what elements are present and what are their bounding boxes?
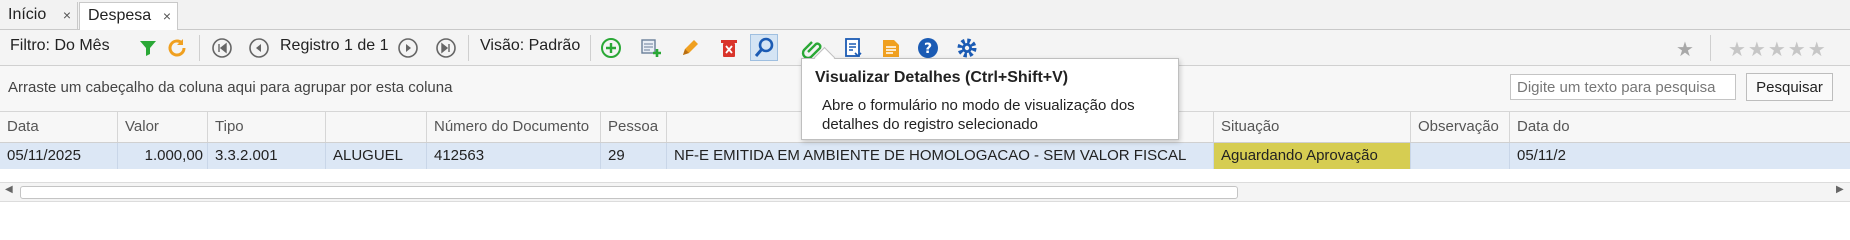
add-icon[interactable]: [599, 36, 623, 60]
tab-label: Despesa: [88, 7, 152, 24]
search-input[interactable]: [1510, 74, 1736, 100]
column-header-pessoa[interactable]: Pessoa: [601, 112, 667, 142]
cell-pessoa[interactable]: 29: [601, 143, 667, 169]
scroll-left-arrow-icon[interactable]: ◀: [5, 184, 13, 195]
close-icon[interactable]: ×: [163, 3, 171, 29]
refresh-icon[interactable]: [165, 36, 189, 60]
help-icon[interactable]: ?: [916, 36, 940, 60]
column-header-numero-documento[interactable]: Número do Documento: [427, 112, 601, 142]
cell-valor[interactable]: 1.000,00: [118, 143, 208, 169]
column-header-valor[interactable]: Valor: [118, 112, 208, 142]
first-record-icon[interactable]: [210, 36, 234, 60]
edit-pencil-icon[interactable]: [678, 36, 702, 60]
tooltip-title: Visualizar Detalhes (Ctrl+Shift+V): [815, 69, 1069, 86]
cell-observacao[interactable]: [1411, 143, 1510, 169]
rating-stars-icon[interactable]: ★★★★★: [1728, 37, 1828, 62]
column-header-situacao[interactable]: Situação: [1214, 112, 1411, 142]
record-counter: Registro 1 de 1: [280, 37, 389, 54]
cell-data[interactable]: 05/11/2025: [0, 143, 118, 169]
last-record-icon[interactable]: [434, 36, 458, 60]
table-row[interactable]: 05/11/2025 1.000,00 3.3.2.001 ALUGUEL 41…: [0, 143, 1850, 169]
view-label[interactable]: Visão: Padrão: [480, 37, 580, 55]
cell-situacao[interactable]: Aguardando Aprovação: [1214, 143, 1411, 169]
gear-icon[interactable]: [955, 36, 979, 60]
cell-categoria[interactable]: ALUGUEL: [326, 143, 427, 169]
copy-record-icon[interactable]: [639, 36, 663, 60]
report-icon[interactable]: [841, 36, 865, 60]
column-header-data-do[interactable]: Data do: [1510, 112, 1850, 142]
scrollbar-thumb[interactable]: [20, 186, 1238, 199]
group-hint: Arraste um cabeçalho da coluna aqui para…: [8, 79, 453, 96]
cell-descricao[interactable]: NF-E EMITIDA EM AMBIENTE DE HOMOLOGACAO …: [667, 143, 1214, 169]
column-header-categoria[interactable]: [326, 112, 427, 142]
cell-data-do[interactable]: 05/11/2: [1510, 143, 1850, 169]
tab-despesa[interactable]: Despesa ×: [79, 2, 178, 30]
filter-label[interactable]: Filtro: Do Mês: [10, 37, 110, 55]
tooltip: Visualizar Detalhes (Ctrl+Shift+V) Abre …: [801, 58, 1179, 140]
column-header-tipo[interactable]: Tipo: [208, 112, 326, 142]
search-button[interactable]: Pesquisar: [1746, 73, 1833, 101]
tab-bar: Início × Despesa ×: [0, 0, 1850, 30]
toolbar-divider: [590, 35, 591, 61]
filter-icon[interactable]: [136, 36, 160, 60]
toolbar-divider: [199, 35, 200, 61]
document-icon[interactable]: [879, 36, 903, 60]
delete-trash-icon[interactable]: [717, 36, 741, 60]
scroll-right-arrow-icon[interactable]: ▶: [1836, 184, 1844, 195]
previous-record-icon[interactable]: [247, 36, 271, 60]
toolbar-divider: [1710, 35, 1711, 61]
favorite-star-icon[interactable]: ★: [1676, 37, 1694, 62]
column-header-observacao[interactable]: Observação: [1411, 112, 1510, 142]
toolbar-divider: [468, 35, 469, 61]
tooltip-description: Abre o formulário no modo de visualizaçã…: [822, 97, 1135, 133]
cell-numero-documento[interactable]: 412563: [427, 143, 601, 169]
column-header-data[interactable]: Data: [0, 112, 118, 142]
next-record-icon[interactable]: [396, 36, 420, 60]
view-details-magnifier-icon[interactable]: [750, 34, 778, 61]
svg-text:?: ?: [924, 41, 932, 57]
horizontal-scrollbar[interactable]: ◀ ▶: [0, 182, 1850, 202]
tab-label: Início: [8, 6, 47, 23]
cell-tipo[interactable]: 3.3.2.001: [208, 143, 326, 169]
close-icon[interactable]: ×: [63, 2, 71, 28]
tab-inicio[interactable]: Início ×: [0, 2, 78, 29]
